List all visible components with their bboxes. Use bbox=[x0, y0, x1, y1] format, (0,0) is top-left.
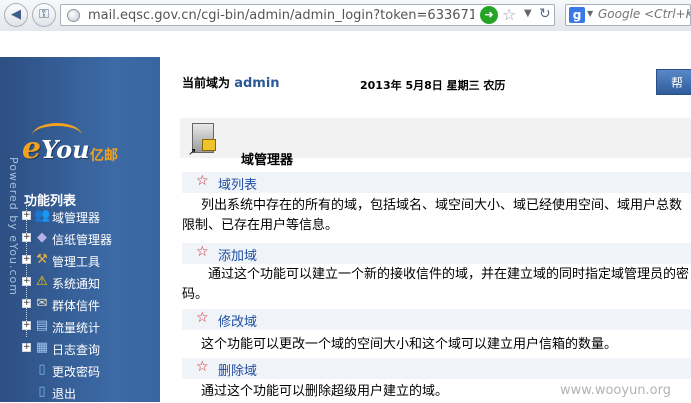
warning-icon: ⚠ bbox=[36, 274, 48, 289]
current-domain-label: 当前域为 bbox=[182, 76, 231, 90]
eyou-logo: eYou 亿邮 bbox=[18, 121, 128, 181]
sidebar-top-spacer bbox=[0, 31, 160, 57]
powered-by-text: Powered by eYou.com bbox=[7, 157, 20, 296]
browser-toolbar: ◀ ⚿ mail.eqsc.gov.cn/cgi-bin/admin/admin… bbox=[0, 0, 691, 32]
password-icon: ▯ bbox=[38, 362, 46, 377]
stats-icon: ▤ bbox=[35, 318, 49, 333]
tree-line bbox=[26, 205, 27, 337]
menu-title: 功能列表 bbox=[24, 194, 77, 209]
sidebar-item-label[interactable]: 流量统计 bbox=[52, 319, 100, 336]
section-title: 域管理器 bbox=[241, 153, 294, 168]
sidebar-item-label[interactable]: 更改密码 bbox=[52, 363, 100, 380]
star-icon: ☆ bbox=[196, 244, 209, 260]
chevron-down-icon[interactable]: ▼ bbox=[587, 9, 593, 18]
shortcut-arrow-icon: ↗ bbox=[188, 147, 197, 158]
sidebar-item-label[interactable]: 退出 bbox=[52, 385, 76, 402]
url-text[interactable]: mail.eqsc.gov.cn/cgi-bin/admin/admin_log… bbox=[88, 7, 474, 24]
feature-description: 这个功能可以更改一个域的空间大小和这个域可以建立用户信箱的数量。 bbox=[201, 337, 618, 352]
sidebar: Powered by eYou.com eYou 亿邮 功能列表 + 👥 域管理… bbox=[0, 57, 160, 402]
sidebar-item-label[interactable]: 日志查询 bbox=[52, 341, 100, 358]
chevron-down-icon[interactable]: ▼ bbox=[524, 8, 532, 19]
site-identity-icon[interactable] bbox=[67, 9, 80, 22]
expand-icon[interactable]: + bbox=[22, 255, 31, 264]
star-icon: ☆ bbox=[196, 173, 209, 189]
sidebar-item-label[interactable]: 信纸管理器 bbox=[52, 231, 112, 248]
expand-icon[interactable]: + bbox=[22, 321, 31, 330]
log-icon: ▦ bbox=[35, 340, 49, 355]
back-arrow-icon[interactable]: ◀ bbox=[4, 3, 28, 27]
key-icon[interactable]: ⚿ bbox=[32, 3, 56, 27]
bookmark-star-icon[interactable]: ☆ bbox=[502, 5, 516, 24]
lock-shape bbox=[202, 139, 216, 151]
star-icon: ☆ bbox=[196, 359, 209, 375]
users-icon: 👥 bbox=[34, 208, 51, 223]
google-icon[interactable]: g bbox=[569, 7, 585, 23]
feature-link-add-domain[interactable]: 添加域 bbox=[218, 245, 257, 264]
feature-description: 列出系统中存在的所有的域，包括域名、域空间大小、域已经使用空间、域用户总数限制、… bbox=[182, 198, 683, 233]
feature-bar: ☆ 删除域 bbox=[182, 358, 691, 379]
star-icon: ☆ bbox=[196, 310, 209, 326]
sidebar-item-label[interactable]: 系统通知 bbox=[52, 275, 100, 292]
sidebar-item-label[interactable]: 群体信件 bbox=[52, 297, 100, 314]
date-text: 2013年 5月8日 星期三 农历 bbox=[360, 79, 506, 92]
main-content: 当前域为 admin 2013年 5月8日 星期三 农历 帮 ↗ 域管理器 ☆ … bbox=[160, 31, 691, 402]
domain-manager-icon: ↗ bbox=[188, 123, 220, 158]
feature-bar: ☆ 域列表 bbox=[182, 172, 691, 193]
logo-e: e bbox=[22, 131, 42, 166]
logo-you: You bbox=[41, 135, 90, 164]
expand-icon[interactable]: + bbox=[22, 277, 31, 286]
address-bar[interactable]: mail.eqsc.gov.cn/cgi-bin/admin/admin_log… bbox=[60, 4, 555, 26]
expand-icon[interactable]: + bbox=[22, 343, 31, 352]
expand-icon[interactable]: + bbox=[22, 299, 31, 308]
watermark-text: www.wooyun.org bbox=[560, 383, 672, 398]
feature-bar: ☆ 修改域 bbox=[182, 309, 691, 330]
tools-icon: ⚒ bbox=[36, 252, 48, 267]
logo-chinese: 亿邮 bbox=[90, 148, 118, 164]
feature-link-edit-domain[interactable]: 修改域 bbox=[218, 311, 257, 330]
go-arrow-icon[interactable]: ➜ bbox=[480, 6, 498, 24]
feature-bar: ☆ 添加域 bbox=[182, 243, 691, 264]
expand-icon[interactable]: + bbox=[22, 211, 31, 220]
feature-description: 通过这个功能可以建立一个新的接收信件的域，并在建立域的同时指定域管理员的密码。 bbox=[182, 267, 690, 302]
stationery-icon: ◆ bbox=[37, 230, 47, 245]
current-domain-value: admin bbox=[234, 76, 280, 91]
help-button[interactable]: 帮 bbox=[656, 69, 691, 95]
exit-icon: ▯ bbox=[38, 384, 46, 399]
mail-group-icon: ✉ bbox=[36, 296, 48, 311]
search-input[interactable] bbox=[598, 7, 690, 21]
reload-icon[interactable]: ↻ bbox=[539, 6, 551, 22]
sidebar-item-label[interactable]: 域管理器 bbox=[52, 209, 100, 226]
sidebar-item-label[interactable]: 管理工具 bbox=[52, 253, 100, 270]
expand-icon[interactable]: + bbox=[22, 233, 31, 242]
feature-link-delete-domain[interactable]: 删除域 bbox=[218, 360, 257, 379]
current-domain: 当前域为 admin bbox=[182, 74, 280, 91]
search-bar[interactable]: g ▼ bbox=[565, 4, 691, 26]
feature-link-domain-list[interactable]: 域列表 bbox=[218, 174, 257, 193]
logo-wordmark: eYou bbox=[22, 131, 90, 166]
